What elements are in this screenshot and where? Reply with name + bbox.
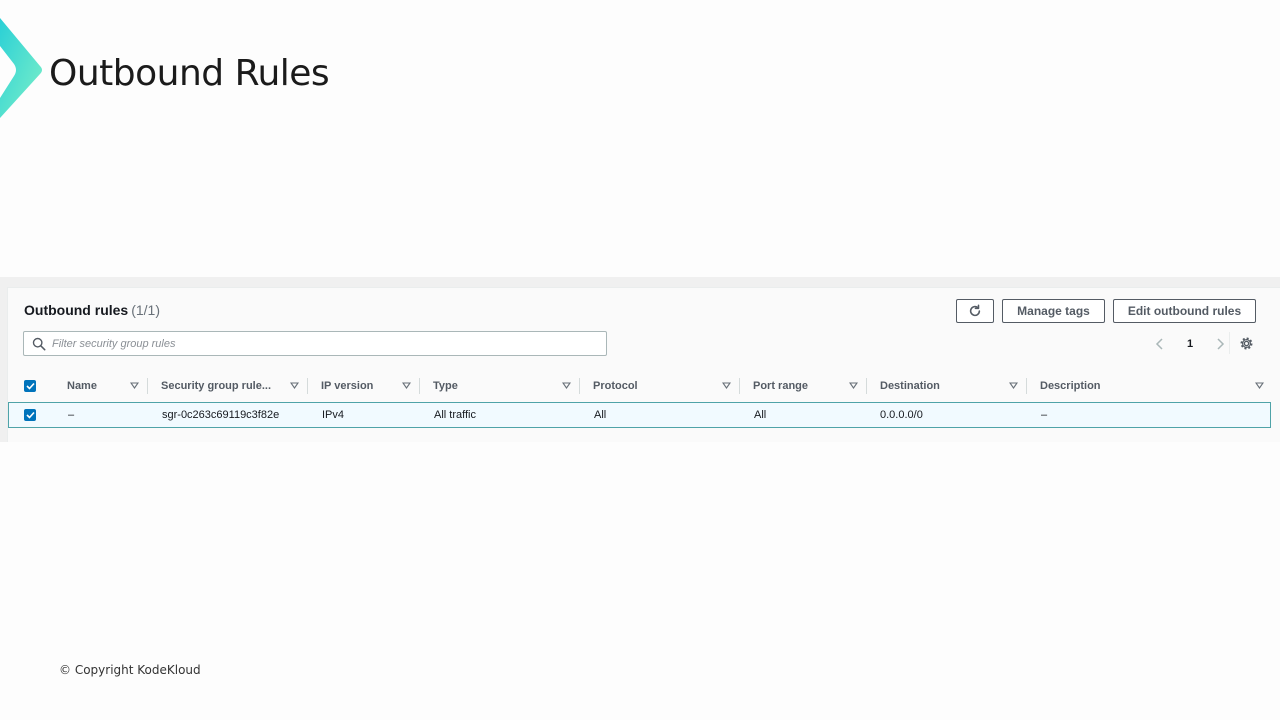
column-divider	[147, 378, 148, 394]
panel-title-text: Outbound rules	[24, 302, 129, 318]
cell-destination: 0.0.0.0/0	[880, 409, 923, 421]
column-divider	[866, 378, 867, 394]
column-label: Protocol	[593, 380, 638, 392]
column-label: IP version	[321, 380, 374, 392]
chevron-right-icon[interactable]	[1215, 337, 1225, 351]
rule-count: (1/1)	[131, 302, 161, 318]
column-header-type[interactable]: Type	[433, 372, 579, 400]
column-header-name[interactable]: Name	[67, 372, 147, 400]
sort-caret-icon	[562, 382, 571, 389]
column-header-port-range[interactable]: Port range	[753, 372, 866, 400]
cell-type: All traffic	[434, 409, 476, 421]
column-divider	[739, 378, 740, 394]
pager-divider	[1229, 332, 1230, 354]
refresh-button[interactable]	[956, 299, 994, 323]
column-divider	[1026, 378, 1027, 394]
chevron-left-icon[interactable]	[1155, 337, 1165, 351]
search-icon	[32, 337, 46, 350]
checkbox-checked-icon	[24, 409, 36, 421]
sort-caret-icon	[290, 382, 299, 389]
cell-name: –	[68, 409, 75, 421]
column-header-destination[interactable]: Destination	[880, 372, 1026, 400]
edit-outbound-rules-button[interactable]: Edit outbound rules	[1113, 299, 1256, 323]
kodekloud-logo-icon	[0, 18, 42, 118]
panel-title: Outbound rules (1/1)	[24, 302, 160, 318]
column-divider	[579, 378, 580, 394]
column-label: Name	[67, 380, 97, 392]
outbound-rules-panel: Outbound rules (1/1) Manage tags Edit out…	[7, 287, 1280, 442]
column-header-ip-version[interactable]: IP version	[321, 372, 419, 400]
sort-caret-icon	[1255, 382, 1264, 389]
column-header-protocol[interactable]: Protocol	[593, 372, 739, 400]
sort-caret-icon	[1009, 382, 1018, 389]
search-input[interactable]	[52, 337, 606, 350]
sort-caret-icon	[849, 382, 858, 389]
current-page[interactable]: 1	[1187, 338, 1193, 350]
column-label: Type	[433, 380, 458, 392]
column-divider	[419, 378, 420, 394]
sort-caret-icon	[402, 382, 411, 389]
column-label: Destination	[880, 380, 940, 392]
refresh-icon	[969, 304, 981, 317]
column-header-security-group-rule[interactable]: Security group rule...	[161, 372, 307, 400]
column-label: Port range	[753, 380, 809, 392]
select-all-checkbox[interactable]	[24, 372, 48, 400]
row-checkbox[interactable]	[24, 403, 48, 427]
copyright-text: © Copyright KodeKloud	[59, 663, 201, 677]
cell-security-group-rule-id[interactable]: sgr-0c263c69119c3f82e	[162, 403, 308, 427]
column-label: Security group rule...	[161, 380, 272, 392]
table-header: Name Security group rule... IP version T…	[16, 372, 1272, 400]
checkbox-checked-icon	[24, 380, 36, 392]
cell-port-range: All	[754, 409, 767, 421]
cell-ip-version: IPv4	[322, 409, 345, 421]
table-row[interactable]: – sgr-0c263c69119c3f82e IPv4 All traffic…	[8, 402, 1271, 428]
column-divider	[307, 378, 308, 394]
gear-icon[interactable]	[1239, 336, 1254, 351]
column-header-description[interactable]: Description	[1040, 372, 1272, 400]
search-field[interactable]	[23, 331, 607, 356]
pagination: 1	[1155, 335, 1225, 353]
sort-caret-icon	[722, 382, 731, 389]
sort-caret-icon	[130, 382, 139, 389]
slide-title: Outbound Rules	[49, 53, 330, 94]
cell-description: –	[1041, 409, 1048, 421]
column-label: Description	[1040, 380, 1101, 392]
cell-protocol: All	[594, 409, 607, 421]
manage-tags-button[interactable]: Manage tags	[1002, 299, 1105, 323]
